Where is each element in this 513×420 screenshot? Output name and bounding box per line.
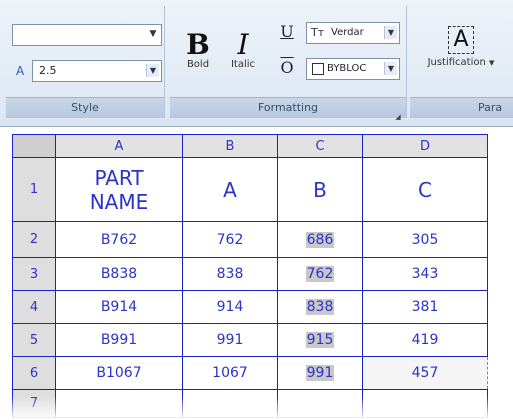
underline-button[interactable]: U — [276, 22, 298, 42]
table-cell[interactable]: 838 — [182, 257, 278, 291]
table-cell[interactable]: 343 — [362, 257, 488, 291]
chevron-down-icon: ▼ — [149, 29, 157, 39]
font-dropdown[interactable]: Tт Verdar ▼ — [306, 22, 400, 44]
overline-icon: O — [280, 58, 294, 77]
row-header[interactable]: 2 — [12, 221, 56, 258]
table-cell[interactable]: C — [362, 157, 488, 222]
text-height-field[interactable]: 2.5 ▼ — [32, 60, 162, 82]
chevron-down-icon: ▼ — [384, 62, 397, 75]
highlighted-value: 686 — [305, 231, 335, 248]
column-header-d[interactable]: D — [362, 134, 488, 158]
table-cell[interactable]: 762 — [182, 221, 278, 258]
table-cell[interactable]: B1067 — [55, 356, 183, 390]
table-cell[interactable]: 686 — [277, 221, 363, 258]
row-header[interactable]: 1 — [12, 157, 56, 222]
paragraph-panel-label: Para — [478, 101, 503, 114]
table-cell[interactable]: 991 — [182, 323, 278, 357]
table-cell[interactable]: 381 — [362, 290, 488, 324]
paragraph-panel: A Justification ▼ Para — [410, 6, 513, 118]
parts-table: A B C D 1 PART NAME A B C 2 B762 762 686… — [12, 134, 488, 418]
column-header-row: A B C D — [12, 134, 488, 158]
selected-cell[interactable]: 457 — [362, 356, 488, 390]
chevron-down-icon[interactable]: ▼ — [146, 64, 159, 77]
formatting-panel-title: Formatting ◢ — [170, 97, 406, 121]
justification-button[interactable]: A Justification ▼ — [412, 26, 510, 68]
table-cell[interactable]: 915 — [277, 323, 363, 357]
table-cell[interactable]: 991 — [277, 356, 363, 390]
table-row: 5 B991 991 915 419 — [12, 323, 488, 357]
table-style-dropdown[interactable]: ▼ — [12, 24, 162, 46]
table-cell[interactable]: PART NAME — [55, 157, 183, 222]
column-header-a[interactable]: A — [55, 134, 183, 158]
highlighted-value: 838 — [305, 299, 335, 315]
justification-label-row: Justification ▼ — [412, 57, 510, 68]
row-header[interactable]: 6 — [12, 356, 56, 390]
formatting-panel-label: Formatting — [257, 101, 319, 114]
ribbon: ▼ A 2.5 ▼ Style B Bold I Italic U O Tт V… — [0, 0, 513, 127]
table-cell[interactable]: 914 — [182, 290, 278, 324]
table-cell[interactable]: B914 — [55, 290, 183, 324]
italic-label: Italic — [230, 59, 256, 70]
chevron-down-icon: ▼ — [384, 26, 397, 39]
italic-button[interactable]: I Italic — [226, 28, 260, 70]
font-value: Verdar — [331, 27, 364, 38]
table-row: 3 B838 838 762 343 — [12, 257, 488, 291]
style-panel: ▼ A 2.5 ▼ Style — [6, 6, 165, 118]
overline-button[interactable]: O — [276, 58, 298, 78]
caret-down-icon: ▼ — [489, 59, 495, 67]
highlighted-value: 915 — [305, 332, 335, 348]
table-row: 2 B762 762 686 305 — [12, 221, 488, 258]
column-header-b[interactable]: B — [182, 134, 278, 158]
bold-button[interactable]: B Bold — [182, 28, 214, 70]
table-cell[interactable]: B — [277, 157, 363, 222]
justification-glyph: A — [453, 27, 469, 52]
paragraph-panel-title: Para — [410, 97, 513, 118]
table-row: 4 B914 914 838 381 — [12, 290, 488, 324]
table-cell[interactable]: 419 — [362, 323, 488, 357]
table-cell[interactable]: 762 — [277, 257, 363, 291]
italic-icon: I — [237, 28, 249, 61]
color-value: BYBLOC — [327, 63, 367, 74]
text-height-value: 2.5 — [39, 64, 57, 77]
table-row: 1 PART NAME A B C — [12, 157, 488, 222]
color-dropdown[interactable]: BYBLOC ▼ — [306, 58, 400, 80]
table-cell[interactable]: B991 — [55, 323, 183, 357]
dialog-launcher-icon[interactable]: ◢ — [394, 107, 402, 121]
justification-icon: A — [448, 26, 474, 54]
bottom-fade — [0, 396, 513, 420]
underline-icon: U — [280, 22, 294, 41]
bold-icon: B — [186, 28, 210, 61]
truetype-font-icon: Tт — [311, 26, 325, 39]
formatting-panel: B Bold I Italic U O Tт Verdar ▼ BYBLOC ▼… — [170, 6, 407, 121]
table-cell[interactable]: 838 — [277, 290, 363, 324]
column-header-c[interactable]: C — [277, 134, 363, 158]
table-corner[interactable] — [12, 134, 56, 158]
table-cell[interactable]: 305 — [362, 221, 488, 258]
table-editor: A B C D 1 PART NAME A B C 2 B762 762 686… — [0, 134, 513, 420]
table-cell[interactable]: B838 — [55, 257, 183, 291]
text-height-icon: A — [16, 64, 25, 78]
highlighted-value: 991 — [305, 365, 335, 381]
color-swatch-icon — [312, 63, 324, 75]
row-header[interactable]: 4 — [12, 290, 56, 324]
table-cell[interactable]: 1067 — [182, 356, 278, 390]
justification-label: Justification — [427, 57, 486, 68]
row-header[interactable]: 5 — [12, 323, 56, 357]
row-header[interactable]: 3 — [12, 257, 56, 291]
table-cell[interactable]: B762 — [55, 221, 183, 258]
style-panel-title: Style — [6, 97, 164, 118]
table-cell[interactable]: A — [182, 157, 278, 222]
highlighted-value: 762 — [305, 266, 335, 282]
table-row: 6 B1067 1067 991 457 — [12, 356, 488, 390]
